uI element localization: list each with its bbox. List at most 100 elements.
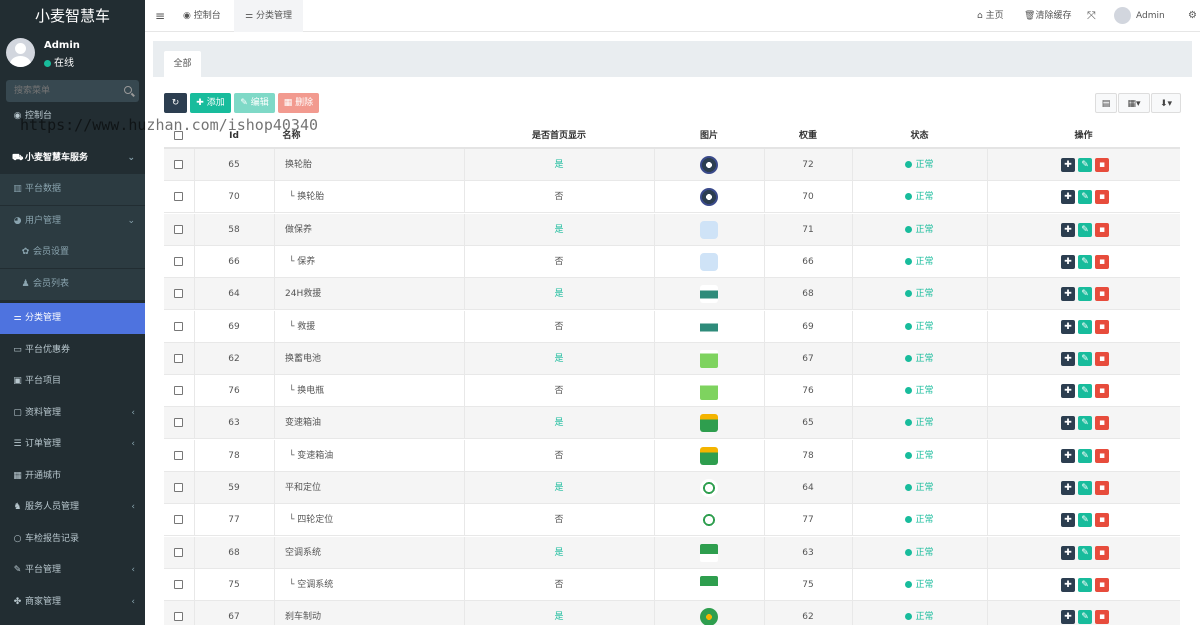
battery-image-icon[interactable]: [700, 349, 718, 368]
maint-image-icon[interactable]: [700, 252, 718, 271]
table-row[interactable]: 70 └ 换轮胎 否 70 正常 ✚ ✎ ▪: [164, 181, 1180, 214]
delete-icon[interactable]: ▪: [1095, 254, 1109, 269]
sidebar-item-8[interactable]: ▣ 平台项目: [0, 366, 145, 397]
cell-status[interactable]: 正常: [852, 343, 987, 375]
delete-icon[interactable]: ▪: [1095, 416, 1109, 431]
cell-status[interactable]: 正常: [852, 504, 987, 536]
tire-image-icon[interactable]: [700, 188, 718, 207]
row-checkbox[interactable]: [174, 353, 183, 363]
delete-icon[interactable]: ▪: [1095, 513, 1109, 528]
edit-icon[interactable]: ✎: [1078, 319, 1092, 334]
app-logo[interactable]: 小麦智慧车: [0, 0, 145, 32]
table-row[interactable]: 58 做保养 是 71 正常 ✚ ✎ ▪: [164, 213, 1180, 246]
add-child-icon[interactable]: ✚: [1061, 351, 1075, 366]
edit-icon[interactable]: ✎: [1078, 287, 1092, 302]
add-child-icon[interactable]: ✚: [1061, 254, 1075, 269]
delete-icon[interactable]: ▪: [1095, 448, 1109, 463]
table-row[interactable]: 62 换蓄电池 是 67 正常 ✚ ✎ ▪: [164, 342, 1180, 375]
oil-image-icon[interactable]: [700, 446, 718, 465]
sidebar-item-5[interactable]: ♟ 会员列表: [0, 269, 145, 300]
sidebar-item-1[interactable]: ⛟ 小麦智慧车服务 ⌄: [0, 143, 145, 174]
edit-icon[interactable]: ✎: [1078, 158, 1092, 172]
cell-is-home[interactable]: 是: [464, 537, 654, 569]
edit-button[interactable]: ✎ 编辑: [234, 93, 275, 113]
cell-status[interactable]: 正常: [852, 375, 987, 407]
cell-status[interactable]: 正常: [852, 407, 987, 439]
align-image-icon[interactable]: [700, 479, 718, 497]
add-child-icon[interactable]: ✚: [1061, 287, 1075, 302]
edit-icon[interactable]: ✎: [1078, 416, 1092, 431]
cell-is-home[interactable]: 否: [464, 504, 654, 536]
ac-image-icon[interactable]: [700, 575, 718, 594]
row-checkbox[interactable]: [174, 289, 183, 299]
cell-status[interactable]: 正常: [852, 569, 987, 601]
edit-icon[interactable]: ✎: [1078, 384, 1092, 399]
sidebar-item-6[interactable]: ⚌ 分类管理: [0, 303, 145, 334]
table-toggle-button[interactable]: ▤: [1095, 93, 1117, 113]
delete-icon[interactable]: ▪: [1095, 158, 1109, 172]
edit-icon[interactable]: ✎: [1078, 222, 1092, 237]
cell-is-home[interactable]: 是: [464, 601, 654, 625]
cell-status[interactable]: 正常: [852, 601, 987, 625]
col-image[interactable]: 图片: [654, 123, 764, 149]
edit-icon[interactable]: ✎: [1078, 577, 1092, 592]
edit-icon[interactable]: ✎: [1078, 351, 1092, 366]
add-child-icon[interactable]: ✚: [1061, 158, 1075, 172]
table-row[interactable]: 67 刹车制动 是 62 正常 ✚ ✎ ▪: [164, 601, 1180, 625]
edit-icon[interactable]: ✎: [1078, 190, 1092, 205]
home-link[interactable]: ⌂ 主页: [977, 0, 1004, 32]
avatar[interactable]: [6, 38, 35, 67]
rescue-image-icon[interactable]: [700, 285, 718, 304]
brake-image-icon[interactable]: [700, 608, 718, 625]
tab-dashboard[interactable]: ◉ 控制台: [183, 0, 221, 32]
add-child-icon[interactable]: ✚: [1061, 610, 1075, 625]
oil-image-icon[interactable]: [700, 414, 718, 433]
settings-gear-icon[interactable]: ⚙: [1188, 0, 1197, 32]
sidebar-item-3[interactable]: ◕ 用户管理 ⌄: [0, 206, 145, 237]
delete-icon[interactable]: ▪: [1095, 481, 1109, 495]
columns-dropdown[interactable]: ▦▾: [1118, 93, 1150, 113]
sidebar-item-11[interactable]: ▦ 开通城市: [0, 461, 145, 492]
cell-status[interactable]: 正常: [852, 214, 987, 246]
table-row[interactable]: 63 变速箱油 是 65 正常 ✚ ✎ ▪: [164, 407, 1180, 440]
table-row[interactable]: 75 └ 空调系统 否 75 正常 ✚ ✎ ▪: [164, 568, 1180, 601]
row-checkbox[interactable]: [174, 483, 183, 492]
cell-status[interactable]: 正常: [852, 181, 987, 213]
add-child-icon[interactable]: ✚: [1061, 384, 1075, 399]
tire-image-icon[interactable]: [700, 156, 718, 174]
cell-status[interactable]: 正常: [852, 472, 987, 504]
sidebar-item-13[interactable]: ○ 车检报告记录: [0, 524, 145, 555]
add-child-icon[interactable]: ✚: [1061, 190, 1075, 205]
tab-all[interactable]: 全部: [164, 51, 201, 77]
search-icon[interactable]: [124, 86, 132, 94]
row-checkbox[interactable]: [174, 579, 183, 589]
row-checkbox[interactable]: [174, 160, 183, 169]
cell-is-home[interactable]: 否: [464, 440, 654, 472]
add-child-icon[interactable]: ✚: [1061, 448, 1075, 463]
add-child-icon[interactable]: ✚: [1061, 222, 1075, 237]
sidebar-item-4[interactable]: ✿ 会员设置: [0, 237, 145, 268]
sidebar-item-7[interactable]: ▭ 平台优惠券: [0, 335, 145, 366]
sidebar-item-9[interactable]: ▢ 资料管理 ‹: [0, 398, 145, 429]
add-child-icon[interactable]: ✚: [1061, 319, 1075, 334]
cell-is-home[interactable]: 否: [464, 181, 654, 213]
cell-is-home[interactable]: 否: [464, 375, 654, 407]
delete-icon[interactable]: ▪: [1095, 384, 1109, 399]
row-checkbox[interactable]: [174, 321, 183, 331]
col-weight[interactable]: 权重: [764, 123, 852, 149]
search-input[interactable]: [6, 80, 116, 102]
row-checkbox[interactable]: [174, 192, 183, 202]
fullscreen-icon[interactable]: ⤧: [1087, 0, 1096, 32]
delete-button[interactable]: ▦ 删除: [278, 93, 319, 113]
cell-is-home[interactable]: 是: [464, 407, 654, 439]
align-image-icon[interactable]: [700, 511, 718, 530]
edit-icon[interactable]: ✎: [1078, 448, 1092, 463]
add-child-icon[interactable]: ✚: [1061, 513, 1075, 528]
cell-is-home[interactable]: 否: [464, 246, 654, 278]
sidebar-item-12[interactable]: ♞ 服务人员管理 ‹: [0, 492, 145, 523]
cell-status[interactable]: 正常: [852, 246, 987, 278]
delete-icon[interactable]: ▪: [1095, 577, 1109, 592]
add-button[interactable]: ✚ 添加: [190, 93, 231, 113]
delete-icon[interactable]: ▪: [1095, 545, 1109, 560]
delete-icon[interactable]: ▪: [1095, 351, 1109, 366]
